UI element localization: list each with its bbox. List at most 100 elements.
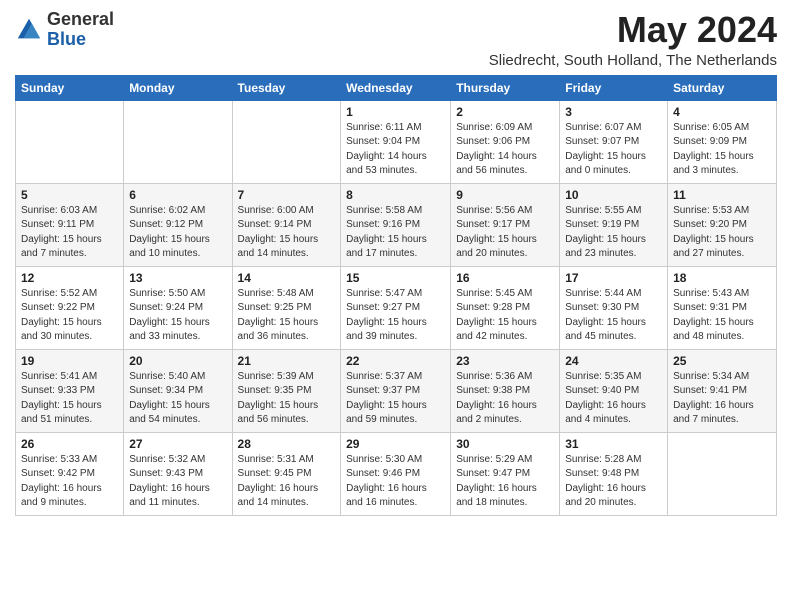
table-row: 18Sunrise: 5:43 AM Sunset: 9:31 PM Dayli…: [668, 266, 777, 349]
calendar-week-row: 26 Sunrise: 5:33 AM Sunset: 9:42 PM Dayli…: [16, 432, 777, 515]
day-number: 8: [346, 188, 445, 202]
day-info: Sunrise: 5:29 AM Sunset: 9:47 PM Dayligh…: [456, 453, 554, 511]
day-info: Sunrise: 5:35 AM Sunset: 9:40 PM Dayligh…: [565, 370, 662, 428]
col-tuesday: Tuesday: [232, 75, 341, 100]
day-info: Sunrise: 5:34 AM Sunset: 9:41 PM Dayligh…: [673, 370, 771, 428]
table-row: 31 Sunrise: 5:28 AM Sunset: 9:48 PM Dayli…: [560, 432, 668, 515]
day-number: 14: [238, 271, 336, 285]
day-number: 12: [21, 271, 118, 285]
day-info: Sunrise: 5:36 AM Sunset: 9:38 PM Dayligh…: [456, 370, 554, 428]
col-saturday: Saturday: [668, 75, 777, 100]
table-row: 29 Sunrise: 5:30 AM Sunset: 9:46 PM Dayli…: [341, 432, 451, 515]
table-row: 16Sunrise: 5:45 AM Sunset: 9:28 PM Dayli…: [451, 266, 560, 349]
table-row: 26 Sunrise: 5:33 AM Sunset: 9:42 PM Dayli…: [16, 432, 124, 515]
table-row: 9 Sunrise: 5:56 AM Sunset: 9:17 PM Daylig…: [451, 183, 560, 266]
title-area: May 2024 Sliedrecht, South Holland, The …: [489, 10, 777, 69]
day-info: Sunrise: 5:47 AM Sunset: 9:27 PM Dayligh…: [346, 287, 445, 345]
day-number: 17: [565, 271, 662, 285]
day-number: 26: [21, 437, 118, 451]
table-row: 20Sunrise: 5:40 AM Sunset: 9:34 PM Dayli…: [124, 349, 232, 432]
day-info: Sunrise: 5:30 AM Sunset: 9:46 PM Dayligh…: [346, 453, 445, 511]
table-row: 13Sunrise: 5:50 AM Sunset: 9:24 PM Dayli…: [124, 266, 232, 349]
table-row: 17 Sunrise: 5:44 AM Sunset: 9:30 PM Dayli…: [560, 266, 668, 349]
day-info: Sunrise: 5:40 AM Sunset: 9:34 PM Dayligh…: [129, 370, 226, 428]
col-wednesday: Wednesday: [341, 75, 451, 100]
day-number: 19: [21, 354, 118, 368]
calendar-week-row: 5 Sunrise: 6:03 AM Sunset: 9:11 PM Daylig…: [16, 183, 777, 266]
day-info: Sunrise: 5:58 AM Sunset: 9:16 PM Dayligh…: [346, 204, 445, 262]
logo-general-text: General: [47, 10, 114, 30]
table-row: 8 Sunrise: 5:58 AM Sunset: 9:16 PM Daylig…: [341, 183, 451, 266]
day-info: Sunrise: 5:53 AM Sunset: 9:20 PM Dayligh…: [673, 204, 771, 262]
calendar-table: Sunday Monday Tuesday Wednesday Thursday…: [15, 75, 777, 516]
col-thursday: Thursday: [451, 75, 560, 100]
day-info: Sunrise: 6:05 AM Sunset: 9:09 PM Dayligh…: [673, 121, 771, 179]
day-info: Sunrise: 5:41 AM Sunset: 9:33 PM Dayligh…: [21, 370, 118, 428]
day-info: Sunrise: 6:00 AM Sunset: 9:14 PM Dayligh…: [238, 204, 336, 262]
month-title: May 2024: [489, 10, 777, 50]
table-row: 21 Sunrise: 5:39 AM Sunset: 9:35 PM Dayli…: [232, 349, 341, 432]
day-number: 4: [673, 105, 771, 119]
day-number: 3: [565, 105, 662, 119]
day-info: Sunrise: 6:11 AM Sunset: 9:04 PM Dayligh…: [346, 121, 445, 179]
day-info: Sunrise: 5:52 AM Sunset: 9:22 PM Dayligh…: [21, 287, 118, 345]
day-info: Sunrise: 5:28 AM Sunset: 9:48 PM Dayligh…: [565, 453, 662, 511]
table-row: 5 Sunrise: 6:03 AM Sunset: 9:11 PM Daylig…: [16, 183, 124, 266]
day-info: Sunrise: 5:56 AM Sunset: 9:17 PM Dayligh…: [456, 204, 554, 262]
day-info: Sunrise: 6:02 AM Sunset: 9:12 PM Dayligh…: [129, 204, 226, 262]
table-row: 12 Sunrise: 5:52 AM Sunset: 9:22 PM Dayli…: [16, 266, 124, 349]
table-row: 7 Sunrise: 6:00 AM Sunset: 9:14 PM Daylig…: [232, 183, 341, 266]
day-number: 11: [673, 188, 771, 202]
day-number: 22: [346, 354, 445, 368]
day-number: 31: [565, 437, 662, 451]
day-info: Sunrise: 6:03 AM Sunset: 9:11 PM Dayligh…: [21, 204, 118, 262]
logo-icon: [15, 16, 43, 44]
day-info: Sunrise: 5:31 AM Sunset: 9:45 PM Dayligh…: [238, 453, 336, 511]
location: Sliedrecht, South Holland, The Netherlan…: [489, 52, 777, 69]
day-number: 6: [129, 188, 226, 202]
day-info: Sunrise: 5:48 AM Sunset: 9:25 PM Dayligh…: [238, 287, 336, 345]
day-number: 21: [238, 354, 336, 368]
table-row: 4 Sunrise: 6:05 AM Sunset: 9:09 PM Daylig…: [668, 100, 777, 183]
day-info: Sunrise: 5:44 AM Sunset: 9:30 PM Dayligh…: [565, 287, 662, 345]
day-number: 1: [346, 105, 445, 119]
day-number: 2: [456, 105, 554, 119]
day-info: Sunrise: 6:07 AM Sunset: 9:07 PM Dayligh…: [565, 121, 662, 179]
day-number: 10: [565, 188, 662, 202]
day-info: Sunrise: 5:39 AM Sunset: 9:35 PM Dayligh…: [238, 370, 336, 428]
day-info: Sunrise: 5:55 AM Sunset: 9:19 PM Dayligh…: [565, 204, 662, 262]
calendar-week-row: 19 Sunrise: 5:41 AM Sunset: 9:33 PM Dayli…: [16, 349, 777, 432]
table-row: 22Sunrise: 5:37 AM Sunset: 9:37 PM Dayli…: [341, 349, 451, 432]
table-row: [668, 432, 777, 515]
col-sunday: Sunday: [16, 75, 124, 100]
day-number: 29: [346, 437, 445, 451]
day-number: 28: [238, 437, 336, 451]
table-row: 24 Sunrise: 5:35 AM Sunset: 9:40 PM Dayli…: [560, 349, 668, 432]
logo-blue-text: Blue: [47, 30, 114, 50]
day-info: Sunrise: 5:32 AM Sunset: 9:43 PM Dayligh…: [129, 453, 226, 511]
day-number: 18: [673, 271, 771, 285]
table-row: [232, 100, 341, 183]
table-row: 30 Sunrise: 5:29 AM Sunset: 9:47 PM Dayli…: [451, 432, 560, 515]
calendar-week-row: 1 Sunrise: 6:11 AM Sunset: 9:04 PM Daylig…: [16, 100, 777, 183]
day-number: 25: [673, 354, 771, 368]
day-number: 27: [129, 437, 226, 451]
table-row: 3 Sunrise: 6:07 AM Sunset: 9:07 PM Daylig…: [560, 100, 668, 183]
day-number: 9: [456, 188, 554, 202]
day-info: Sunrise: 5:33 AM Sunset: 9:42 PM Dayligh…: [21, 453, 118, 511]
table-row: 23Sunrise: 5:36 AM Sunset: 9:38 PM Dayli…: [451, 349, 560, 432]
day-number: 7: [238, 188, 336, 202]
day-number: 30: [456, 437, 554, 451]
day-info: Sunrise: 6:09 AM Sunset: 9:06 PM Dayligh…: [456, 121, 554, 179]
table-row: 1 Sunrise: 6:11 AM Sunset: 9:04 PM Daylig…: [341, 100, 451, 183]
table-row: 6 Sunrise: 6:02 AM Sunset: 9:12 PM Daylig…: [124, 183, 232, 266]
table-row: 11 Sunrise: 5:53 AM Sunset: 9:20 PM Dayli…: [668, 183, 777, 266]
table-row: 25 Sunrise: 5:34 AM Sunset: 9:41 PM Dayli…: [668, 349, 777, 432]
day-number: 5: [21, 188, 118, 202]
page: General Blue May 2024 Sliedrecht, South …: [0, 0, 792, 526]
day-number: 24: [565, 354, 662, 368]
table-row: 19 Sunrise: 5:41 AM Sunset: 9:33 PM Dayli…: [16, 349, 124, 432]
day-number: 15: [346, 271, 445, 285]
table-row: [124, 100, 232, 183]
table-row: 28 Sunrise: 5:31 AM Sunset: 9:45 PM Dayli…: [232, 432, 341, 515]
